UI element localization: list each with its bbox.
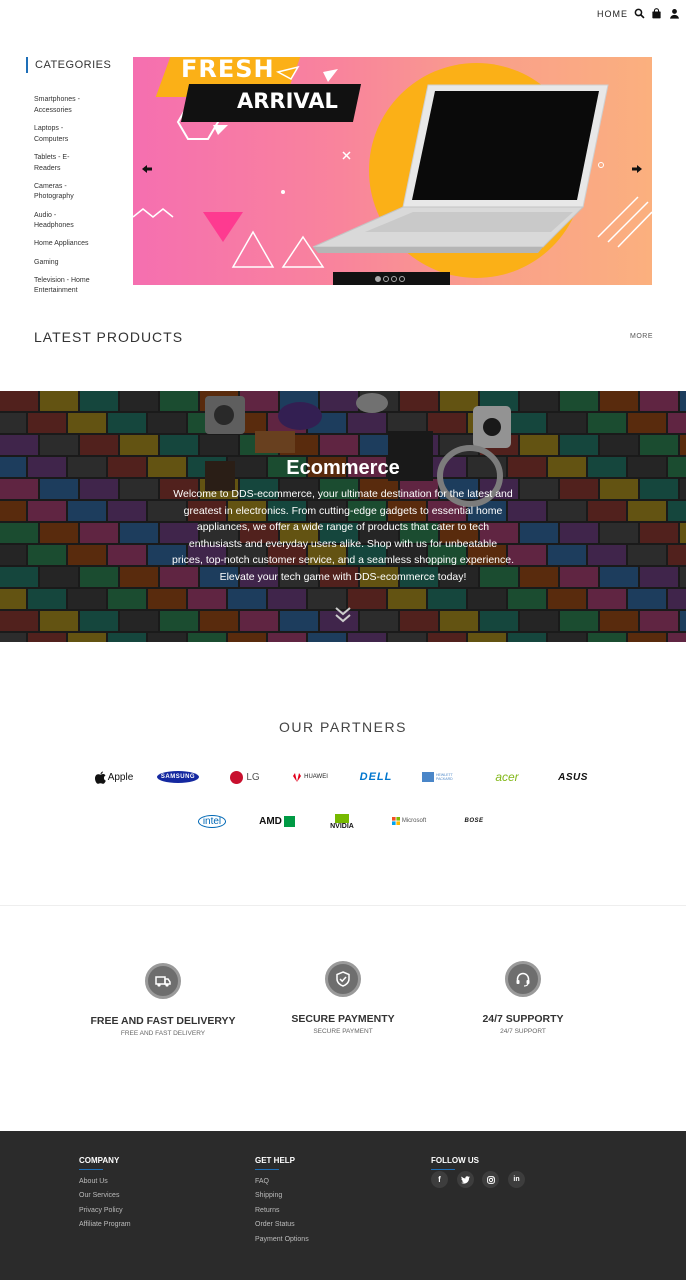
partner-name-hp: HEWLETT PACKARD: [436, 773, 453, 781]
top-navbar: HOME: [0, 0, 686, 30]
footer-link-affiliate-program[interactable]: Affiliate Program: [79, 1221, 131, 1228]
banner-title: Ecommerce: [286, 457, 400, 479]
feature-secure-payment: SECURE PAYMENTY SECURE PAYMENT: [263, 961, 423, 1035]
slider-headline-fresh: FRESH: [181, 57, 275, 83]
partner-logo-nvidia[interactable]: NVIDIA: [322, 811, 362, 833]
section-divider: [0, 905, 686, 906]
huawei-petal-icon: [292, 772, 302, 782]
slider-dot-3[interactable]: [391, 276, 397, 282]
category-item-audio[interactable]: Audio - Headphones: [34, 211, 94, 233]
category-item-cameras[interactable]: Cameras - Photography: [34, 182, 94, 204]
footer-heading-follow-us: FOLLOW US: [431, 1156, 479, 1170]
footer-link-order-status[interactable]: Order Status: [255, 1221, 309, 1228]
categories-sidebar: CATEGORIES Smartphones - Accessories Lap…: [26, 57, 126, 305]
feature-subtitle: 24/7 SUPPORT: [500, 1028, 546, 1035]
truck-icon: [145, 963, 181, 999]
more-link[interactable]: MORE: [630, 333, 653, 340]
partners-title: OUR PARTNERS: [279, 719, 407, 735]
partner-logo-amd[interactable]: AMD: [255, 813, 299, 829]
categories-title: CATEGORIES: [26, 57, 126, 73]
partner-name-samsung: SAMSUNG: [157, 771, 199, 783]
footer-link-faq[interactable]: FAQ: [255, 1178, 309, 1185]
hp-logo-icon: [422, 772, 434, 782]
categories-list: Smartphones - Accessories Laptops - Comp…: [26, 95, 126, 297]
linkedin-icon[interactable]: in: [508, 1171, 525, 1188]
bag-icon[interactable]: [651, 8, 662, 19]
scroll-down-chevron-icon[interactable]: [333, 606, 353, 624]
partner-logo-apple[interactable]: Apple: [92, 769, 136, 785]
slider-indicators: [333, 272, 450, 285]
lg-circle-icon: [230, 770, 244, 784]
partner-name-bose: BOSE: [464, 818, 484, 824]
feature-support: 24/7 SUPPORTY 24/7 SUPPORT: [443, 961, 603, 1035]
nav-home-link[interactable]: HOME: [597, 9, 628, 19]
shield-icon: [325, 961, 361, 997]
partner-name-intel: intel: [197, 814, 227, 828]
feature-title: 24/7 SUPPORTY: [482, 1013, 564, 1025]
slider-headline-arrival: ARRIVAL: [237, 89, 338, 113]
slider-dot-4[interactable]: [399, 276, 405, 282]
partner-logo-hp[interactable]: HEWLETT PACKARD: [420, 769, 464, 785]
partner-logo-samsung[interactable]: SAMSUNG: [156, 769, 200, 785]
category-item-laptops[interactable]: Laptops - Computers: [34, 124, 94, 146]
banner-description: Welcome to DDS-ecommerce, your ultimate …: [172, 488, 515, 583]
category-item-home-appliances[interactable]: Home Appliances: [34, 239, 94, 250]
partner-logo-intel[interactable]: intel: [195, 813, 229, 829]
footer-link-about-us[interactable]: About Us: [79, 1178, 131, 1185]
partner-name-amd: AMD: [259, 815, 282, 827]
partner-logo-bose[interactable]: BOSE: [455, 813, 493, 829]
user-icon[interactable]: [669, 8, 680, 19]
partner-name-lg: LG: [246, 771, 260, 783]
footer-link-payment-options[interactable]: Payment Options: [255, 1236, 309, 1243]
partner-name-huawei: HUAWEI: [304, 774, 328, 780]
footer-company-column: COMPANY About Us Our Services Privacy Po…: [79, 1150, 131, 1228]
feature-title: SECURE PAYMENTY: [291, 1013, 395, 1025]
hero-slider[interactable]: FRESH ARRIVAL: [133, 57, 652, 285]
slider-prev-arrow-icon[interactable]: [141, 163, 153, 175]
instagram-icon[interactable]: [482, 1171, 499, 1188]
latest-products-title: LATEST PRODUCTS: [34, 329, 184, 345]
footer-heading-get-help: GET HELP: [255, 1156, 295, 1170]
partner-logo-microsoft[interactable]: Microsoft: [388, 813, 430, 829]
feature-title: FREE AND FAST DELIVERYY: [90, 1015, 236, 1027]
headset-icon: [505, 961, 541, 997]
category-item-tablets[interactable]: Tablets - E-Readers: [34, 153, 94, 175]
facebook-icon[interactable]: f: [431, 1171, 448, 1188]
footer-link-our-services[interactable]: Our Services: [79, 1192, 131, 1199]
feature-subtitle: SECURE PAYMENT: [313, 1028, 373, 1035]
search-icon[interactable]: [634, 8, 645, 19]
feature-subtitle: FREE AND FAST DELIVERY: [120, 1030, 206, 1037]
twitter-icon[interactable]: [457, 1171, 474, 1188]
site-footer: COMPANY About Us Our Services Privacy Po…: [0, 1131, 686, 1280]
partner-logo-lg[interactable]: LG: [228, 769, 262, 785]
footer-link-privacy-policy[interactable]: Privacy Policy: [79, 1207, 131, 1214]
partner-name-dell: DELL: [359, 771, 393, 783]
footer-help-column: GET HELP FAQ Shipping Returns Order Stat…: [255, 1150, 309, 1243]
partner-name-apple: Apple: [107, 771, 134, 783]
slider-dot-1[interactable]: [375, 276, 381, 282]
footer-heading-company: COMPANY: [79, 1156, 119, 1170]
category-item-gaming[interactable]: Gaming: [34, 258, 94, 269]
nvidia-eye-icon: [335, 814, 349, 823]
category-item-television[interactable]: Television - Home Entertainment: [34, 276, 94, 298]
partner-logo-acer[interactable]: acer: [487, 769, 527, 785]
partner-name-nvidia: NVIDIA: [330, 823, 354, 830]
apple-icon: [94, 771, 106, 784]
footer-link-shipping[interactable]: Shipping: [255, 1192, 309, 1199]
category-item-smartphones[interactable]: Smartphones - Accessories: [34, 95, 94, 117]
slider-next-arrow-icon[interactable]: [631, 163, 643, 175]
amd-arrow-icon: [283, 815, 295, 827]
partner-logo-huawei[interactable]: HUAWEI: [289, 769, 331, 785]
partner-name-microsoft: Microsoft: [401, 818, 427, 824]
ecommerce-banner: Ecommerce Welcome to DDS-ecommerce, your…: [0, 391, 686, 642]
slider-dot-2[interactable]: [383, 276, 389, 282]
feature-delivery: FREE AND FAST DELIVERYY FREE AND FAST DE…: [83, 963, 243, 1037]
partner-logo-dell[interactable]: DELL: [357, 769, 395, 785]
partner-logo-asus[interactable]: ASUS: [552, 769, 594, 785]
microsoft-windows-icon: [391, 817, 400, 825]
footer-follow-column: FOLLOW US: [431, 1150, 479, 1170]
partner-name-asus: ASUS: [558, 771, 588, 783]
footer-link-returns[interactable]: Returns: [255, 1207, 309, 1214]
partner-name-acer: acer: [495, 770, 519, 784]
